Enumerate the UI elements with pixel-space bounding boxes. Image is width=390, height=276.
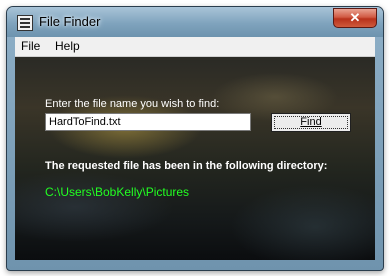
result-message: The requested file has been in the follo…	[45, 160, 328, 172]
client-area: Enter the file name you wish to find: Fi…	[15, 57, 375, 260]
filename-input[interactable]	[45, 113, 251, 131]
title-bar[interactable]: File Finder ✕	[7, 7, 383, 37]
filename-prompt-label: Enter the file name you wish to find:	[45, 98, 220, 110]
close-button[interactable]: ✕	[333, 8, 377, 28]
menu-file[interactable]: File	[21, 39, 40, 53]
window-title: File Finder	[39, 14, 101, 29]
find-button-label: Find	[300, 116, 322, 128]
find-button[interactable]: Find	[271, 113, 351, 132]
result-path: C:\Users\BobKelly\Pictures	[45, 185, 190, 199]
menu-bar: File Help	[15, 37, 375, 57]
app-window-icon[interactable]	[17, 15, 33, 31]
menu-help[interactable]: Help	[55, 39, 80, 53]
file-finder-window: File Finder ✕ File Help Enter the file n…	[6, 6, 384, 271]
